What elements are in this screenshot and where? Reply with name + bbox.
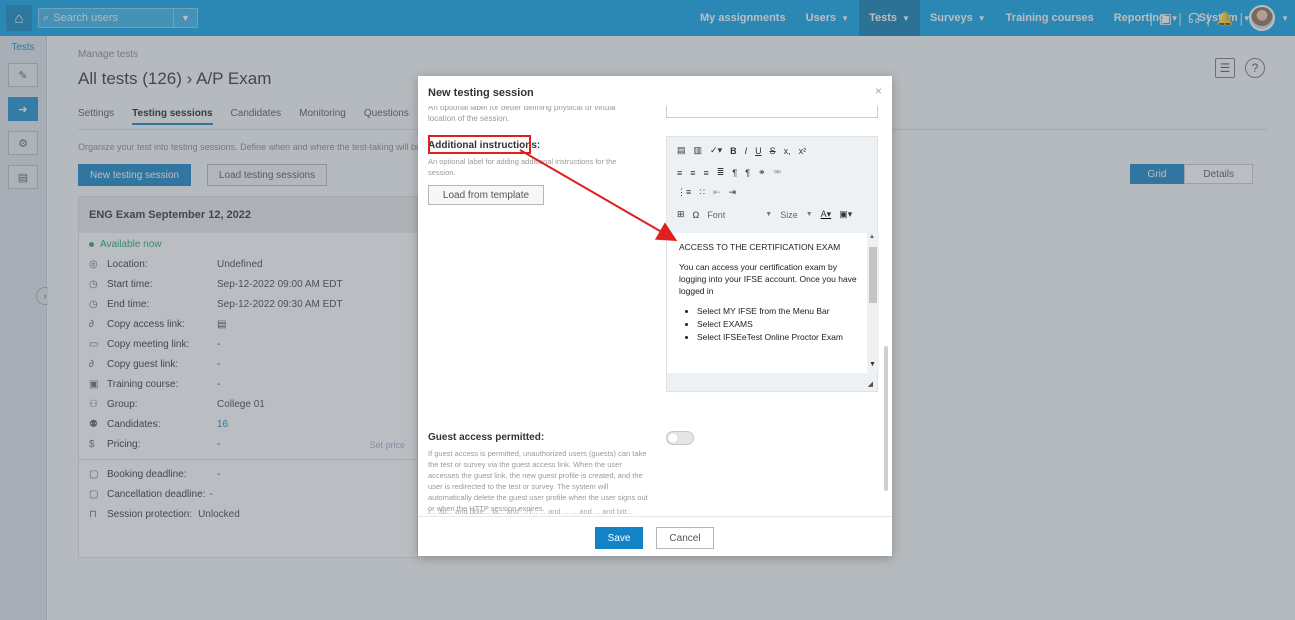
load-from-template-button[interactable]: Load from template bbox=[428, 185, 544, 205]
instructions-editor: ▤ ▥ ✓▾ B I U S x, x² ≡ ≡ ≡ ≣ ¶ ¶ ⚭ ⚮ ⋮≡ … bbox=[666, 136, 879, 392]
chevron-down-icon: ▼ bbox=[805, 211, 813, 218]
chevron-up-icon[interactable]: ▲ bbox=[869, 234, 875, 240]
dialog-body: An optional label for better defining ph… bbox=[418, 106, 892, 516]
close-icon[interactable]: × bbox=[875, 84, 882, 98]
guest-access-label: Guest access permitted: bbox=[428, 432, 545, 443]
outdent-icon: ⇤ bbox=[713, 187, 721, 197]
list-item: Select EXAMS bbox=[697, 318, 857, 330]
align-right-icon[interactable]: ≡ bbox=[704, 168, 709, 178]
editor-heading: ACCESS TO THE CERTIFICATION EXAM bbox=[679, 242, 841, 252]
editor-toolbar-row-3: ⋮≡ ∷ ⇤ ⇥ bbox=[677, 187, 736, 198]
special-char-icon[interactable]: Ω bbox=[693, 210, 700, 220]
list-item: Select IFSEeTest Online Proctor Exam bbox=[697, 331, 857, 343]
unlink-icon: ⚮ bbox=[773, 167, 782, 177]
superscript-icon[interactable]: x² bbox=[799, 146, 807, 156]
paste-text-icon[interactable]: ▥ bbox=[694, 145, 703, 156]
cut-off-help-text: I... 3b... and bble... la... and ... f..… bbox=[428, 507, 634, 516]
editor-paragraph: You can access your certification exam b… bbox=[679, 262, 857, 296]
table-icon[interactable]: ⊞ bbox=[677, 209, 685, 220]
align-left-icon[interactable]: ≡ bbox=[677, 168, 682, 178]
paste-icon[interactable]: ▤ bbox=[677, 145, 686, 156]
dialog-scrollbar[interactable] bbox=[884, 346, 888, 491]
scroll-thumb[interactable] bbox=[869, 247, 877, 303]
location-help-text: An optional label for better defining ph… bbox=[428, 106, 616, 123]
underline-icon[interactable]: U bbox=[755, 146, 762, 156]
guest-access-toggle[interactable] bbox=[666, 431, 694, 445]
text-color-icon[interactable]: A▾ bbox=[821, 209, 832, 220]
editor-toolbar-row-1: ▤ ▥ ✓▾ B I U S x, x² bbox=[677, 145, 806, 156]
editor-content[interactable]: ACCESS TO THE CERTIFICATION EXAM You can… bbox=[667, 233, 867, 373]
guest-access-help-text: If guest access is permitted, unauthoriz… bbox=[428, 449, 648, 513]
chevron-down-icon: ▼ bbox=[765, 211, 773, 218]
dialog-title: New testing session bbox=[428, 87, 534, 99]
editor-toolbar-row-2: ≡ ≡ ≡ ≣ ¶ ¶ ⚭ ⚮ bbox=[677, 167, 781, 178]
rtl-icon[interactable]: ¶ bbox=[745, 168, 750, 178]
save-button[interactable]: Save bbox=[595, 527, 643, 549]
background-color-icon[interactable]: ▣▾ bbox=[839, 209, 852, 220]
dialog-footer: Save Cancel bbox=[418, 516, 892, 556]
editor-list: Select MY IFSE from the Menu Bar Select … bbox=[697, 305, 857, 343]
numbered-list-icon[interactable]: ⋮≡ bbox=[677, 187, 691, 198]
ltr-icon[interactable]: ¶ bbox=[732, 168, 737, 178]
align-center-icon[interactable]: ≡ bbox=[690, 168, 695, 178]
toggle-knob bbox=[668, 433, 678, 443]
instructions-help-text: An optional label for adding additional … bbox=[428, 157, 617, 177]
chevron-down-icon[interactable]: ▼ bbox=[869, 361, 876, 368]
size-select[interactable]: Size bbox=[780, 210, 798, 220]
annotation-highlight-box bbox=[428, 135, 531, 154]
editor-toolbar-row-4: ⊞ Ω Font ▼ Size ▼ A▾ ▣▾ bbox=[677, 209, 852, 220]
spellcheck-icon[interactable]: ✓▾ bbox=[710, 145, 722, 156]
list-item: Select MY IFSE from the Menu Bar bbox=[697, 305, 857, 317]
indent-icon[interactable]: ⇥ bbox=[729, 187, 737, 198]
cancel-button[interactable]: Cancel bbox=[656, 527, 714, 549]
font-select[interactable]: Font bbox=[707, 210, 757, 220]
bulleted-list-icon[interactable]: ∷ bbox=[699, 187, 705, 198]
strikethrough-icon[interactable]: S bbox=[770, 146, 776, 156]
italic-icon[interactable]: I bbox=[745, 146, 748, 156]
location-input[interactable] bbox=[666, 106, 878, 118]
bold-icon[interactable]: B bbox=[730, 146, 737, 156]
resize-handle-icon[interactable]: ◢ bbox=[868, 380, 873, 388]
editor-scrollbar[interactable]: ▲ ▼ bbox=[867, 233, 879, 373]
subscript-icon[interactable]: x, bbox=[784, 146, 791, 156]
align-justify-icon[interactable]: ≣ bbox=[717, 167, 725, 178]
link-icon[interactable]: ⚭ bbox=[758, 167, 766, 178]
